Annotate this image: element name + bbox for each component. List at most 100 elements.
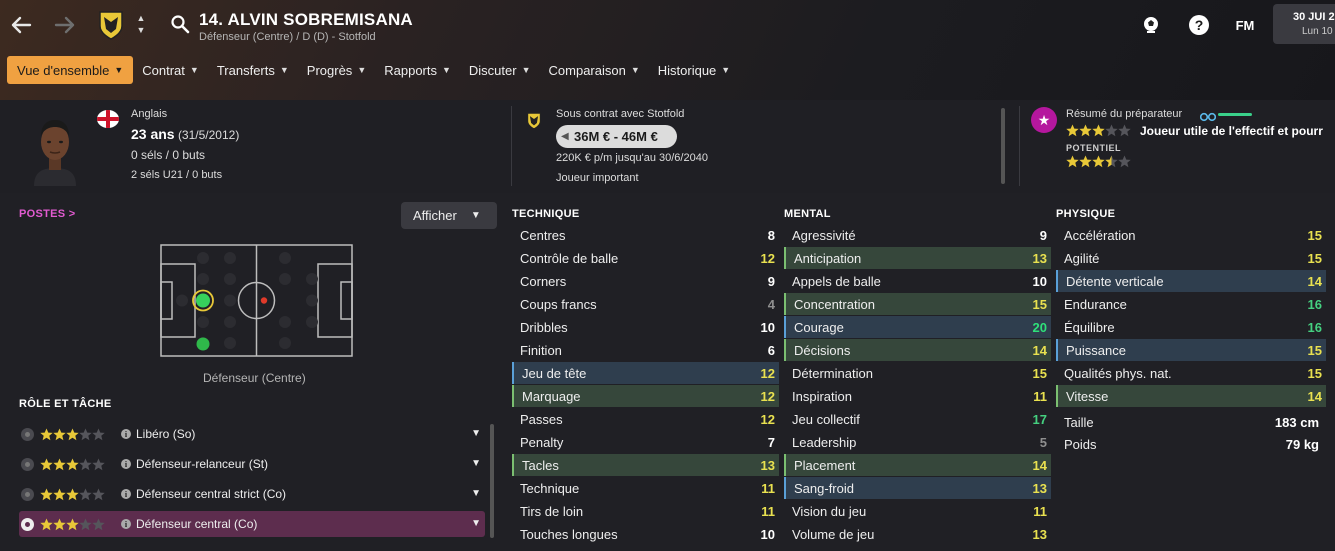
tab-progress[interactable]: Progrès ▼ xyxy=(298,56,375,84)
attribute-row[interactable]: Contrôle de balle 12 xyxy=(512,247,779,269)
attribute-row[interactable]: Placement 14 xyxy=(784,454,1051,476)
role-row[interactable]: i Défenseur central strict (Co) ▼ xyxy=(19,481,485,507)
fm-logo[interactable]: FM xyxy=(1232,12,1258,38)
attribute-row[interactable]: Marquage 12 xyxy=(512,385,779,407)
attribute-row[interactable]: Puissance 15 xyxy=(1056,339,1326,361)
show-button[interactable]: Afficher ▼ xyxy=(401,202,497,229)
star-icon xyxy=(92,518,105,531)
info-icon[interactable]: i xyxy=(121,489,131,499)
role-row[interactable]: i Défenseur central (Co) ▼ xyxy=(19,511,485,537)
club-crest-icon[interactable] xyxy=(98,10,124,41)
attribute-row[interactable]: Qualités phys. nat. 15 xyxy=(1056,362,1326,384)
attribute-row[interactable]: Dribbles 10 xyxy=(512,316,779,338)
attribute-row[interactable]: Endurance 16 xyxy=(1056,293,1326,315)
role-radio[interactable] xyxy=(21,517,34,531)
u21-caps: 2 séls U21 / 0 buts xyxy=(131,169,223,181)
role-row[interactable]: i Libéro (So) ▼ xyxy=(19,421,485,447)
back-arrow-icon[interactable] xyxy=(4,8,38,42)
attribute-row[interactable]: Anticipation 13 xyxy=(784,247,1051,269)
chevron-down-icon[interactable]: ▼ xyxy=(471,458,481,469)
attribute-row[interactable]: Technique 11 xyxy=(512,477,779,499)
radio-dot xyxy=(25,431,30,437)
tab-comparison[interactable]: Comparaison ▼ xyxy=(540,56,649,84)
scrollbar[interactable] xyxy=(490,424,494,538)
attribute-row[interactable]: Leadership 5 xyxy=(784,431,1051,453)
attribute-row[interactable]: Détermination 15 xyxy=(784,362,1051,384)
attribute-row[interactable]: Jeu de tête 12 xyxy=(512,362,779,384)
attribute-label: Concentration xyxy=(794,296,875,312)
chevron-down-icon[interactable]: ▼ xyxy=(471,428,481,439)
attribute-row[interactable]: Penalty 7 xyxy=(512,431,779,453)
positions-link[interactable]: POSTES > xyxy=(19,208,76,220)
role-radio[interactable] xyxy=(21,487,34,501)
attribute-row[interactable]: Corners 9 xyxy=(512,270,779,292)
chevron-down-icon[interactable]: ▼ xyxy=(471,488,481,499)
attribute-row[interactable]: Équilibre 16 xyxy=(1056,316,1326,338)
attribute-value: 14 xyxy=(1032,342,1047,358)
role-name: Défenseur central (Co) xyxy=(136,517,258,531)
attribute-label: Placement xyxy=(794,457,856,473)
attribute-row[interactable]: Finition 6 xyxy=(512,339,779,361)
star-icon xyxy=(40,518,53,531)
date-panel[interactable]: 30 JUI 2 Lun 10 xyxy=(1273,4,1335,44)
position-pitch[interactable] xyxy=(160,244,353,357)
attribute-row[interactable]: Détente verticale 14 xyxy=(1056,270,1326,292)
attribute-row[interactable]: Jeu collectif 17 xyxy=(784,408,1051,430)
info-icon[interactable]: i xyxy=(121,519,131,529)
attribute-row[interactable]: Agilité 15 xyxy=(1056,247,1326,269)
role-radio[interactable] xyxy=(21,457,34,471)
tab-reports[interactable]: Rapports ▼ xyxy=(375,56,460,84)
role-radio[interactable] xyxy=(21,427,34,441)
club-switch-icon[interactable]: ▲ ▼ xyxy=(133,12,149,40)
attribute-row[interactable]: Agressivité 9 xyxy=(784,224,1051,246)
player-avatar[interactable] xyxy=(30,112,80,186)
attribute-label: Leadership xyxy=(792,434,857,450)
attribute-row[interactable]: Sang-froid 13 xyxy=(784,477,1051,499)
forward-arrow-icon[interactable] xyxy=(48,8,82,42)
attribute-label: Puissance xyxy=(1066,342,1126,358)
attribute-row[interactable]: Passes 12 xyxy=(512,408,779,430)
attribute-value: 11 xyxy=(1033,388,1047,404)
attribute-row[interactable]: Vitesse 14 xyxy=(1056,385,1326,407)
attribute-label: Marquage xyxy=(522,388,581,404)
value-badge[interactable]: ◀ 36M € - 46M € xyxy=(556,125,677,148)
help-icon[interactable]: ? xyxy=(1186,12,1212,38)
attribute-value: 11 xyxy=(1033,503,1047,519)
tab-contract[interactable]: Contrat ▼ xyxy=(133,56,208,84)
attribute-row[interactable]: Appels de balle 10 xyxy=(784,270,1051,292)
football-icon[interactable] xyxy=(1138,12,1164,38)
attribute-row[interactable]: Vision du jeu 11 xyxy=(784,500,1051,522)
weight-label: Poids xyxy=(1064,437,1097,452)
attribute-label: Penalty xyxy=(520,434,564,450)
attribute-label: Finition xyxy=(520,342,562,358)
attribute-value: 10 xyxy=(760,319,775,335)
tab-history[interactable]: Historique ▼ xyxy=(649,56,739,84)
attribute-row[interactable]: Accélération 15 xyxy=(1056,224,1326,246)
tab-discuss[interactable]: Discuter ▼ xyxy=(460,56,540,84)
scrollbar[interactable] xyxy=(1001,108,1005,184)
mental-title: MENTAL xyxy=(784,208,831,220)
attribute-row[interactable]: Tirs de loin 11 xyxy=(512,500,779,522)
attribute-label: Dribbles xyxy=(520,319,568,335)
role-row[interactable]: i Défenseur-relanceur (St) ▼ xyxy=(19,451,485,477)
caps: 0 séls / 0 buts xyxy=(131,148,206,162)
info-icon[interactable]: i xyxy=(121,429,131,439)
attribute-value: 8 xyxy=(767,227,775,243)
star-icon xyxy=(66,488,79,501)
chevron-down-icon[interactable]: ▼ xyxy=(471,518,481,529)
attribute-row[interactable]: Touches longues 10 xyxy=(512,523,779,545)
tab-label: Vue d'ensemble xyxy=(17,62,110,78)
attribute-row[interactable]: Tacles 13 xyxy=(512,454,779,476)
attribute-row[interactable]: Centres 8 xyxy=(512,224,779,246)
star-icon xyxy=(66,518,79,531)
attribute-row[interactable]: Volume de jeu 13 xyxy=(784,523,1051,545)
attribute-row[interactable]: Courage 20 xyxy=(784,316,1051,338)
tab-transfers[interactable]: Transferts ▼ xyxy=(208,56,298,84)
attribute-row[interactable]: Décisions 14 xyxy=(784,339,1051,361)
search-icon[interactable] xyxy=(170,14,190,34)
attribute-row[interactable]: Concentration 15 xyxy=(784,293,1051,315)
info-icon[interactable]: i xyxy=(121,459,131,469)
tab-overview[interactable]: Vue d'ensemble ▼ xyxy=(7,56,134,84)
attribute-row[interactable]: Coups francs 4 xyxy=(512,293,779,315)
attribute-row[interactable]: Inspiration 11 xyxy=(784,385,1051,407)
